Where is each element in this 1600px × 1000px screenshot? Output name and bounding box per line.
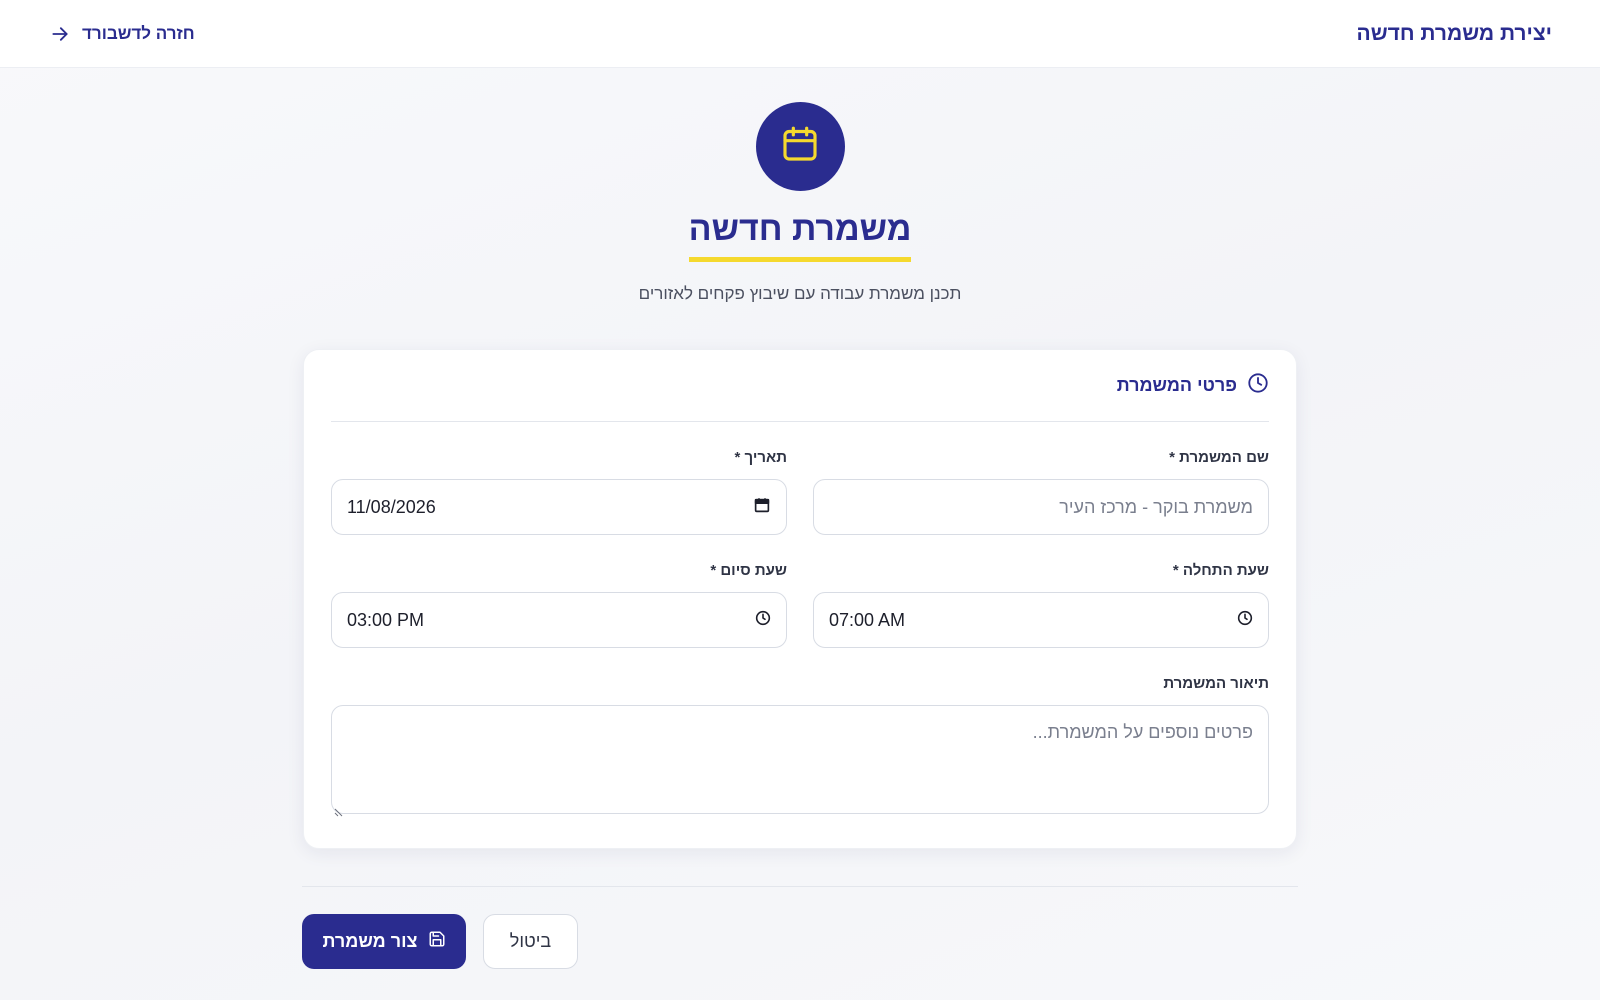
shift-name-field: שם המשמרת * משמרת בוקר - מרכז העיר [813, 449, 1269, 535]
page-header-title: יצירת משמרת חדשה [1356, 21, 1552, 45]
resize-handle-icon[interactable] [334, 801, 344, 817]
description-label: תיאור המשמרת [1163, 675, 1269, 692]
date-input[interactable]: 11/08/2026 [331, 479, 787, 535]
shift-name-input[interactable]: משמרת בוקר - מרכז העיר [813, 479, 1269, 535]
time-picker-icon[interactable] [1237, 610, 1253, 631]
end-time-label: שעת סיום * [710, 562, 787, 579]
description-placeholder: פרטים נוספים על המשמרת... [1032, 722, 1253, 742]
start-time-label: שעת התחלה * [1172, 562, 1269, 579]
start-time-input[interactable]: 07:00 AM [813, 592, 1269, 648]
shift-name-label: שם המשמרת * [1169, 449, 1269, 466]
top-bar: יצירת משמרת חדשה חזרה לדשבורד [0, 0, 1600, 68]
page-title: משמרת חדשה [688, 209, 912, 262]
end-time-input[interactable]: 03:00 PM [331, 592, 787, 648]
end-time-field: שעת סיום * 03:00 PM [331, 562, 787, 648]
footer-divider [302, 886, 1298, 887]
back-to-dashboard-link[interactable]: חזרה לדשבורד [50, 24, 195, 44]
card-title: פרטי המשמרת [1116, 375, 1237, 395]
calendar-picker-icon[interactable] [753, 496, 771, 519]
description-textarea[interactable]: פרטים נוספים על המשמרת... [331, 705, 1269, 817]
back-label: חזרה לדשבורד [82, 23, 195, 43]
start-time-value: 07:00 AM [829, 609, 906, 630]
page-subtitle: תכנן משמרת עבודה עם שיבוץ פקחים לאזורים [638, 284, 962, 303]
hero-section: משמרת חדשה תכנן משמרת עבודה עם שיבוץ פקח… [0, 102, 1600, 304]
create-shift-button[interactable]: צור משמרת [302, 914, 466, 969]
save-icon [428, 930, 446, 953]
calendar-icon [780, 124, 820, 169]
hero-icon-badge [755, 102, 845, 191]
shift-name-placeholder: משמרת בוקר - מרכז העיר [1059, 496, 1253, 517]
description-field: תיאור המשמרת פרטים נוספים על המשמרת... [331, 675, 1269, 817]
date-value: 11/08/2026 [347, 496, 436, 517]
time-picker-icon[interactable] [755, 610, 771, 631]
date-field: תאריך * 11/08/2026 [331, 449, 787, 535]
cancel-button[interactable]: ביטול [483, 914, 578, 969]
card-header: פרטי המשמרת [331, 350, 1269, 422]
clock-icon [1247, 372, 1269, 399]
create-shift-label: צור משמרת [322, 931, 418, 951]
shift-details-card: פרטי המשמרת שם המשמרת * משמרת בוקר - מרכ… [303, 349, 1297, 849]
cancel-label: ביטול [509, 931, 552, 951]
start-time-field: שעת התחלה * 07:00 AM [813, 562, 1269, 648]
end-time-value: 03:00 PM [347, 609, 425, 630]
arrow-right-icon [50, 24, 70, 44]
date-label: תאריך * [734, 449, 787, 466]
